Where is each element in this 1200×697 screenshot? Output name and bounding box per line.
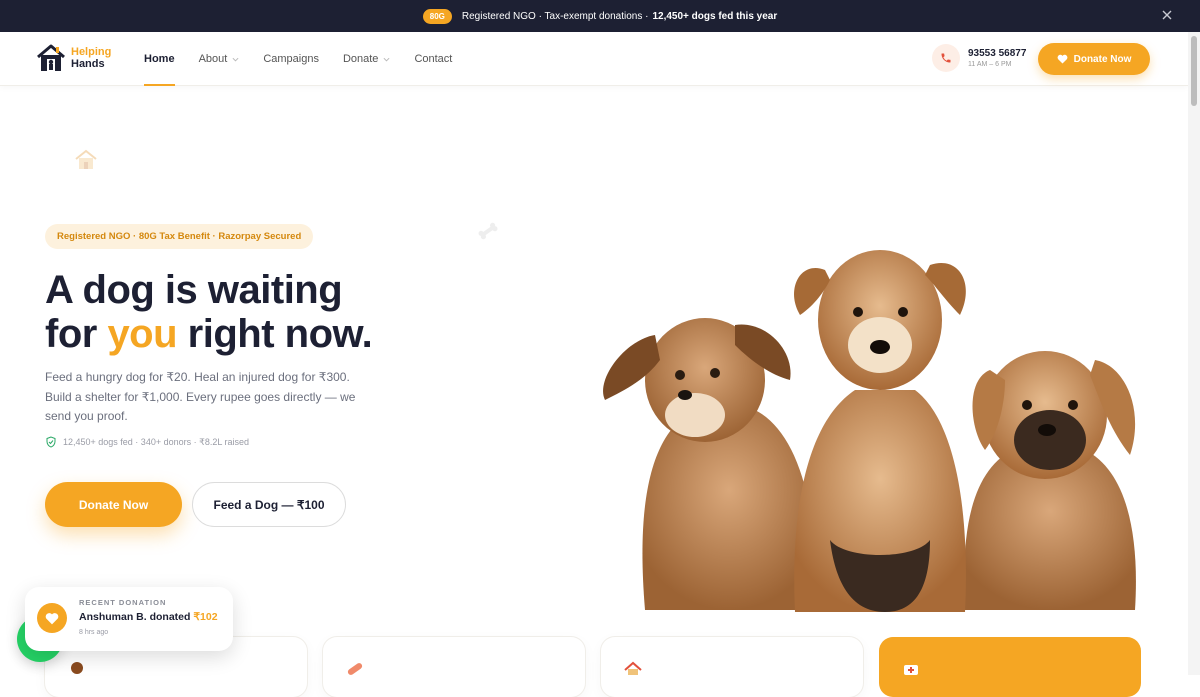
trust-stats: 12,450+ dogs fed · 340+ donors · ₹8.2L r… (45, 436, 249, 448)
main-navbar: Helping Hands Home About Campaigns Donat… (0, 32, 1188, 86)
bone-icon (478, 222, 498, 240)
donate-now-button[interactable]: Donate Now (45, 482, 182, 527)
feed-a-dog-button[interactable]: Feed a Dog — ₹100 (192, 482, 346, 527)
tax-badge: 80G (422, 8, 452, 24)
heart-icon (1057, 54, 1068, 64)
house-icon (75, 149, 97, 169)
house-icon (624, 661, 642, 675)
announcement-bar: 80G Registered NGO · Tax-exempt donation… (0, 0, 1200, 32)
brand-name-line1: Helping (71, 46, 112, 58)
brand-logo[interactable]: Helping Hands (36, 44, 111, 72)
close-icon[interactable] (1160, 8, 1174, 22)
phone-hours: 11 AM – 6 PM (968, 61, 1012, 68)
puppies-image (603, 250, 1136, 612)
chevron-down-icon (383, 57, 390, 62)
toast-message: Anshuman B. donated ₹102 (79, 611, 218, 623)
heart-icon (37, 603, 67, 633)
hero-description: Feed a hungry dog for ₹20. Heal an injur… (45, 370, 356, 423)
hero-title: A dog is waiting for you right now. (45, 268, 373, 356)
shield-check-icon (46, 436, 56, 448)
nav-item-campaigns[interactable]: Campaigns (263, 32, 319, 86)
phone-number: 93553 56877 (968, 48, 1027, 59)
feature-card[interactable] (323, 637, 585, 697)
recent-donation-toast: RECENT DONATION Anshuman B. donated ₹102… (25, 587, 233, 651)
scrollbar[interactable] (1188, 32, 1200, 675)
toast-time: 8 hrs ago (79, 629, 109, 636)
phone-icon (932, 44, 960, 72)
nav-menu: Home About Campaigns Donate Contact (144, 32, 476, 86)
first-aid-icon (904, 665, 918, 675)
trust-stats-text: 12,450+ dogs fed · 340+ donors · ₹8.2L r… (63, 436, 250, 447)
brand-name-line2: Hands (71, 58, 105, 70)
toast-amount: ₹102 (193, 611, 218, 623)
feature-card-highlight[interactable] (879, 637, 1141, 697)
announcement-text: Registered NGO · Tax-exempt donations · (461, 10, 649, 22)
nav-item-about[interactable]: About (199, 32, 240, 86)
trust-pill: Registered NGO · 80G Tax Benefit · Razor… (45, 224, 314, 249)
chevron-down-icon (232, 57, 239, 62)
nav-item-contact[interactable]: Contact (414, 32, 452, 86)
dog-bowl-icon (71, 662, 83, 674)
hero-title-accent: you (107, 312, 178, 356)
feature-card[interactable] (601, 637, 863, 697)
scrollbar-thumb[interactable] (1191, 36, 1197, 106)
nav-item-home[interactable]: Home (144, 32, 175, 86)
nav-item-donate[interactable]: Donate (343, 32, 390, 86)
nav-donate-button[interactable]: Donate Now (1038, 43, 1150, 75)
announcement-highlight: 12,450+ dogs fed this year (652, 10, 778, 22)
phone-contact[interactable]: 93553 56877 11 AM – 6 PM (932, 44, 1026, 72)
bandage-icon (347, 663, 363, 675)
house-dog-logo-icon (37, 44, 65, 71)
toast-label: RECENT DONATION (79, 598, 167, 607)
